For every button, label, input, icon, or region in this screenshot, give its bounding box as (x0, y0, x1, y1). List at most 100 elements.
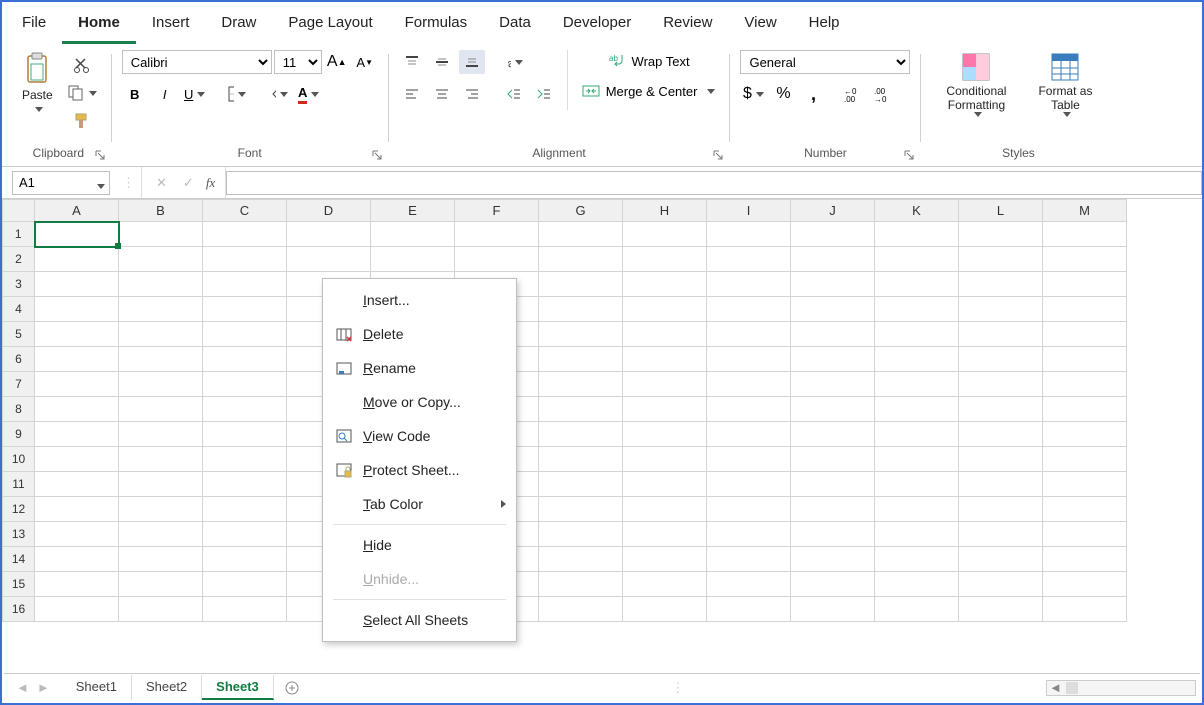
cell[interactable] (203, 297, 287, 322)
cell[interactable] (35, 247, 119, 272)
cell[interactable] (35, 272, 119, 297)
cell[interactable] (707, 572, 791, 597)
cell[interactable] (623, 347, 707, 372)
cell[interactable] (623, 522, 707, 547)
ctx-hide[interactable]: Hide (323, 528, 516, 562)
cell[interactable] (35, 472, 119, 497)
bold-button[interactable]: B (122, 82, 148, 106)
cell[interactable] (959, 272, 1043, 297)
cell[interactable] (35, 497, 119, 522)
tab-insert[interactable]: Insert (136, 6, 206, 44)
new-sheet-button[interactable] (274, 680, 310, 696)
cell[interactable] (791, 472, 875, 497)
tab-developer[interactable]: Developer (547, 6, 647, 44)
cell[interactable] (119, 222, 203, 247)
cell[interactable] (35, 597, 119, 622)
cell[interactable] (1043, 547, 1127, 572)
cell[interactable] (875, 497, 959, 522)
ctx-tab-color[interactable]: Tab Color (323, 487, 516, 521)
cell[interactable] (455, 222, 539, 247)
dialog-launcher-icon[interactable] (713, 150, 723, 160)
cell[interactable] (623, 372, 707, 397)
align-bottom-button[interactable] (459, 50, 485, 74)
row-header[interactable]: 15 (3, 572, 35, 597)
cell[interactable] (875, 422, 959, 447)
cell[interactable] (959, 372, 1043, 397)
cell[interactable] (707, 597, 791, 622)
cell[interactable] (203, 222, 287, 247)
cell[interactable] (1043, 497, 1127, 522)
cell[interactable] (539, 472, 623, 497)
cell[interactable] (875, 372, 959, 397)
cell[interactable] (875, 247, 959, 272)
cut-button[interactable] (63, 54, 101, 76)
cell[interactable] (875, 447, 959, 472)
cell[interactable] (203, 322, 287, 347)
cell[interactable] (1043, 322, 1127, 347)
cell[interactable] (959, 497, 1043, 522)
cell[interactable] (623, 322, 707, 347)
cell[interactable] (35, 447, 119, 472)
name-box[interactable]: A1 (12, 171, 110, 195)
cell[interactable] (287, 222, 371, 247)
cell[interactable] (203, 247, 287, 272)
increase-decimal-button[interactable]: ←0.00 (840, 82, 866, 106)
increase-font-button[interactable]: A▲ (324, 50, 350, 74)
cell[interactable] (791, 447, 875, 472)
cell[interactable] (1043, 372, 1127, 397)
cell[interactable] (539, 222, 623, 247)
cell[interactable] (35, 547, 119, 572)
cell[interactable] (623, 422, 707, 447)
cell[interactable] (875, 222, 959, 247)
cell[interactable] (875, 547, 959, 572)
cell[interactable] (623, 547, 707, 572)
underline-button[interactable]: U (182, 82, 208, 106)
cell[interactable] (1043, 297, 1127, 322)
cell[interactable] (203, 422, 287, 447)
cell[interactable] (791, 422, 875, 447)
cell[interactable] (959, 472, 1043, 497)
currency-button[interactable]: $ (740, 82, 766, 106)
ctx-delete[interactable]: Delete (323, 317, 516, 351)
cell[interactable] (707, 222, 791, 247)
cell[interactable] (959, 447, 1043, 472)
format-as-table-button[interactable]: Format as Table (1025, 50, 1105, 119)
cell[interactable] (1043, 572, 1127, 597)
ctx-insert[interactable]: Insert... (323, 283, 516, 317)
cell[interactable] (1043, 522, 1127, 547)
cell[interactable] (539, 447, 623, 472)
tab-draw[interactable]: Draw (205, 6, 272, 44)
ctx-protect-sheet[interactable]: Protect Sheet... (323, 453, 516, 487)
cell[interactable] (791, 247, 875, 272)
cell[interactable] (119, 597, 203, 622)
col-header[interactable]: G (539, 200, 623, 222)
cell[interactable] (791, 397, 875, 422)
tab-data[interactable]: Data (483, 6, 547, 44)
cell[interactable] (119, 572, 203, 597)
cell[interactable] (119, 247, 203, 272)
cell[interactable] (623, 222, 707, 247)
cell[interactable] (35, 222, 119, 247)
cell[interactable] (371, 222, 455, 247)
cell[interactable] (119, 272, 203, 297)
row-header[interactable]: 11 (3, 472, 35, 497)
cell[interactable] (707, 472, 791, 497)
cell[interactable] (119, 372, 203, 397)
ctx-rename[interactable]: Rename (323, 351, 516, 385)
row-header[interactable]: 1 (3, 222, 35, 247)
cell[interactable] (203, 447, 287, 472)
cell[interactable] (707, 422, 791, 447)
cell[interactable] (875, 572, 959, 597)
cell[interactable] (875, 297, 959, 322)
cell[interactable] (959, 322, 1043, 347)
dialog-launcher-icon[interactable] (904, 150, 914, 160)
sheet-tab[interactable]: Sheet1 (62, 675, 132, 700)
cell[interactable] (791, 272, 875, 297)
cell[interactable] (35, 572, 119, 597)
cell[interactable] (119, 497, 203, 522)
cell[interactable] (707, 347, 791, 372)
cell[interactable] (203, 572, 287, 597)
cell[interactable] (539, 397, 623, 422)
cell[interactable] (959, 572, 1043, 597)
cell[interactable] (791, 322, 875, 347)
